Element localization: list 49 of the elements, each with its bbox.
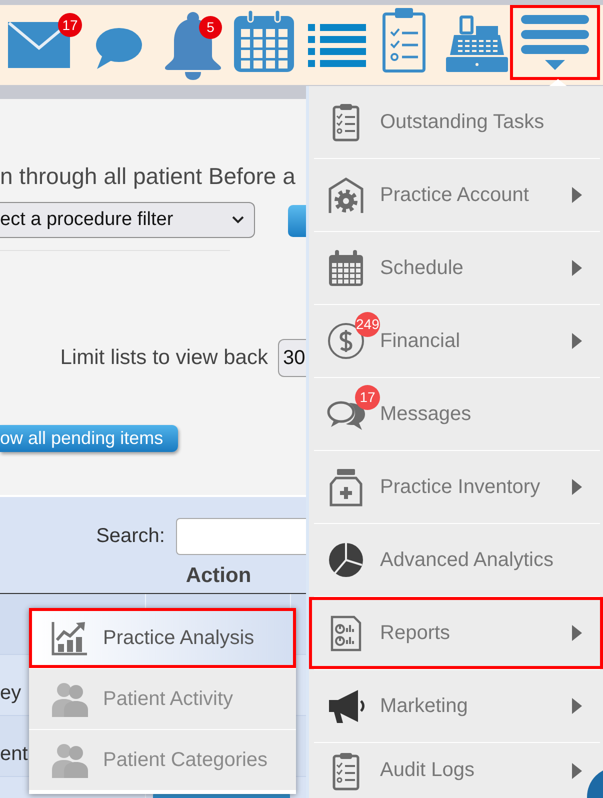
calendar-icon[interactable] xyxy=(234,10,294,72)
caret-icon xyxy=(572,698,582,714)
page-heading: n through all patient Before a xyxy=(0,163,296,189)
table-cell: ey xyxy=(0,682,22,704)
menu-item[interactable]: Advanced Analytics xyxy=(309,524,603,596)
notification-badge: 17 xyxy=(58,13,82,37)
menu-item[interactable]: Outstanding Tasks xyxy=(309,86,603,158)
house-gear-icon xyxy=(326,175,366,215)
submenu-item[interactable]: Patient Activity xyxy=(29,669,296,729)
menu-item[interactable]: Reports xyxy=(309,597,603,669)
menu-item[interactable]: Practice Account xyxy=(309,159,603,231)
submenu-item[interactable]: Patient Categories xyxy=(29,730,296,790)
menu-item[interactable]: Messages 17 xyxy=(309,378,603,450)
chevron-icon xyxy=(232,216,244,224)
menu-item[interactable]: Practice Inventory xyxy=(309,451,603,523)
caret-icon xyxy=(572,187,582,203)
menu-item[interactable]: Financial 249 xyxy=(309,305,603,377)
caret-icon xyxy=(572,260,582,276)
people-icon xyxy=(51,742,88,778)
notification-badge: 249 xyxy=(355,312,380,337)
partial-button[interactable] xyxy=(288,205,306,237)
submenu-item[interactable]: Practice Analysis xyxy=(29,608,296,668)
notification-badge: 5 xyxy=(199,16,222,39)
calendar-icon xyxy=(326,248,366,288)
limit-select[interactable]: 30 xyxy=(278,339,306,377)
menu-icon xyxy=(520,14,590,70)
bell-icon[interactable] xyxy=(162,12,224,80)
pie-chart-icon xyxy=(326,540,366,580)
table-cell: ent xyxy=(0,743,28,765)
caret-icon xyxy=(572,333,582,349)
people-icon xyxy=(51,681,88,717)
search-field[interactable] xyxy=(176,518,306,555)
column-header: Action xyxy=(186,564,252,588)
limit-label: Limit lists to view back xyxy=(60,346,268,370)
caret-icon xyxy=(572,479,582,495)
menu-item[interactable]: Marketing xyxy=(309,670,603,742)
checklist-icon[interactable] xyxy=(382,8,426,73)
pending-button[interactable]: ow all pending items xyxy=(0,425,178,452)
menu-item[interactable]: Schedule xyxy=(309,232,603,304)
search-label: Search: xyxy=(96,525,165,548)
caret-icon xyxy=(572,625,582,641)
caret-icon xyxy=(572,762,582,778)
menu-item[interactable]: Audit Logs xyxy=(309,743,587,798)
chart-icon xyxy=(51,620,88,656)
cash-register-icon[interactable] xyxy=(446,15,508,72)
procedure-select[interactable]: ect a procedure filter xyxy=(0,202,255,238)
menu-button[interactable] xyxy=(510,5,600,80)
notification-badge: 17 xyxy=(355,385,380,410)
list-icon[interactable] xyxy=(308,24,366,68)
